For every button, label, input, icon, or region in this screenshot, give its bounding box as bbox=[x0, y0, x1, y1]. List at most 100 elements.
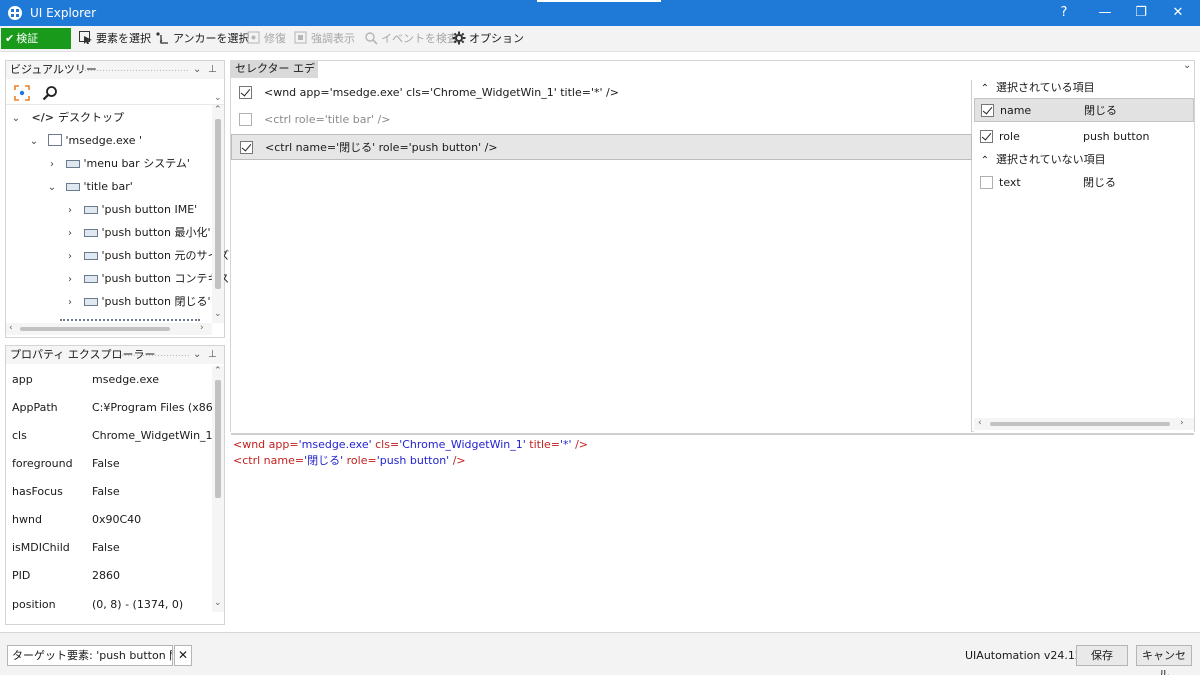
chevron-down-icon[interactable]: ⌄ bbox=[193, 346, 201, 364]
options-button[interactable]: オプション bbox=[452, 31, 524, 47]
highlight-button[interactable]: 強調表示 bbox=[294, 31, 355, 47]
chevron-right-icon[interactable]: › bbox=[64, 224, 76, 244]
minimize-button[interactable]: — bbox=[1087, 0, 1123, 26]
scroll-down-icon[interactable]: ⌄ bbox=[214, 598, 222, 608]
locate-element-icon[interactable] bbox=[14, 85, 30, 101]
help-button[interactable]: ? bbox=[1046, 0, 1082, 26]
chevron-right-icon[interactable]: › bbox=[64, 247, 76, 267]
scrollbar-thumb[interactable] bbox=[990, 422, 1170, 426]
property-value: Chrome_WidgetWin_1 bbox=[92, 429, 213, 442]
element-icon bbox=[65, 160, 80, 168]
attribute-value: 閉じる bbox=[1083, 176, 1116, 189]
property-row: cls Chrome_WidgetWin_1 bbox=[12, 426, 213, 446]
attribute-row[interactable]: name 閉じる bbox=[974, 98, 1194, 122]
attribute-name: name bbox=[1000, 104, 1032, 117]
tree-node-desktop[interactable]: ⌄ </> デスクトップ bbox=[10, 108, 124, 128]
tab-selector-editor[interactable]: セレクター エディター bbox=[230, 60, 318, 93]
chevron-right-icon[interactable]: › bbox=[64, 201, 76, 221]
scrollbar-thumb[interactable] bbox=[20, 327, 170, 331]
header-grip bbox=[118, 354, 190, 357]
selector-line[interactable]: <wnd app='msedge.exe' cls='Chrome_Widget… bbox=[231, 80, 972, 106]
tree-node-title-bar[interactable]: ⌄ 'title bar' bbox=[46, 177, 133, 197]
tree-node-label: 'push button 閉じる' bbox=[101, 295, 211, 308]
property-key: PID bbox=[12, 569, 31, 582]
tree-node-ime[interactable]: › 'push button IME' bbox=[64, 200, 197, 220]
attribute-value: 閉じる bbox=[1084, 104, 1117, 117]
chevron-down-icon[interactable]: ⌄ bbox=[46, 178, 58, 198]
selector-preview[interactable]: <wnd app='msedge.exe' cls='Chrome_Widget… bbox=[231, 433, 1194, 625]
preview-attr: cls= bbox=[375, 438, 400, 451]
select-anchor-label: アンカーを選択 bbox=[173, 32, 250, 45]
tree-node-label: 'push button コンテキス bbox=[101, 272, 230, 285]
close-window-button[interactable]: ✕ bbox=[1160, 0, 1196, 26]
inspect-event-button[interactable]: イベントを検査 bbox=[364, 31, 458, 47]
select-element-button[interactable]: 要素を選択 bbox=[79, 31, 151, 47]
attribute-checkbox[interactable] bbox=[980, 130, 993, 143]
chevron-right-icon[interactable]: › bbox=[64, 270, 76, 290]
attribute-horizontal-scrollbar[interactable]: ‹ › bbox=[974, 418, 1194, 430]
property-row: isMDIChild False bbox=[12, 538, 120, 558]
properties-vertical-scrollbar[interactable]: ⌃ ⌄ bbox=[212, 366, 224, 612]
tree-node-minimize[interactable]: › 'push button 最小化' bbox=[64, 223, 210, 243]
preview-tag: <wnd bbox=[233, 438, 266, 451]
options-label: オプション bbox=[469, 32, 524, 45]
version-label: UIAutomation v24.12.1 bbox=[965, 649, 1093, 662]
scroll-right-icon[interactable]: › bbox=[200, 323, 204, 333]
selector-line-text: <wnd app='msedge.exe' cls='Chrome_Widget… bbox=[264, 86, 619, 99]
property-value: C:¥Program Files (x86)¥M bbox=[92, 401, 225, 414]
restore-button[interactable]: ❐ bbox=[1123, 0, 1159, 26]
scroll-left-icon[interactable]: ‹ bbox=[9, 323, 13, 333]
tree-horizontal-scrollbar[interactable]: ‹ › bbox=[6, 323, 212, 335]
tree-node-msedge[interactable]: ⌄ 'msedge.exe ' bbox=[28, 131, 142, 151]
chevron-right-icon[interactable]: › bbox=[46, 155, 58, 175]
repair-button[interactable]: 修復 bbox=[247, 31, 286, 47]
selected-items-header[interactable]: ⌃ 選択されている項目 bbox=[974, 78, 1095, 98]
tree-node-selected-highlight: 'push button 閉じる' bbox=[80, 292, 215, 312]
tree-vertical-scrollbar[interactable]: ⌃ ⌄ bbox=[212, 105, 224, 323]
chevron-down-icon[interactable]: ⌄ bbox=[28, 132, 40, 152]
line-checkbox[interactable] bbox=[240, 141, 253, 154]
validate-button[interactable]: ✔ 検証 bbox=[1, 28, 71, 49]
scrollbar-thumb[interactable] bbox=[215, 119, 221, 289]
save-button[interactable]: 保存 bbox=[1076, 645, 1128, 666]
scroll-down-icon[interactable]: ⌄ bbox=[214, 309, 222, 319]
preview-value: 'Chrome_WidgetWin_1' bbox=[399, 438, 526, 451]
tree-node-label: 'push button IME' bbox=[101, 203, 198, 216]
target-element-field[interactable]: ターゲット要素: 'push button 閉じる' bbox=[7, 645, 173, 666]
chevron-down-icon[interactable]: ⌄ bbox=[1183, 60, 1191, 71]
chevron-up-icon[interactable]: ⌃ bbox=[974, 151, 996, 171]
element-icon bbox=[83, 298, 98, 306]
cancel-button[interactable]: キャンセル bbox=[1136, 645, 1192, 675]
inspect-event-label: イベントを検査 bbox=[381, 32, 458, 45]
pin-icon[interactable]: ⊥ bbox=[208, 61, 217, 79]
search-icon[interactable] bbox=[42, 85, 58, 101]
chevron-down-icon[interactable]: ⌄ bbox=[10, 109, 22, 129]
tree-node-label: 'title bar' bbox=[83, 180, 133, 193]
tree-node-context[interactable]: › 'push button コンテキス bbox=[64, 269, 229, 289]
attribute-checkbox[interactable] bbox=[981, 104, 994, 117]
tree-node-menu-bar[interactable]: › 'menu bar システム' bbox=[46, 154, 190, 174]
pin-icon[interactable]: ⊥ bbox=[208, 346, 217, 364]
preview-line: <ctrl name='閉じる' role='push button' /> bbox=[233, 453, 1192, 469]
line-checkbox[interactable] bbox=[239, 86, 252, 99]
attribute-checkbox[interactable] bbox=[980, 176, 993, 189]
unselected-items-header[interactable]: ⌃ 選択されていない項目 bbox=[974, 150, 1106, 170]
attribute-row[interactable]: role push button bbox=[974, 125, 1194, 149]
chevron-right-icon[interactable]: › bbox=[64, 293, 76, 313]
line-checkbox[interactable] bbox=[239, 113, 252, 126]
tree-node-close[interactable]: › 'push button 閉じる' bbox=[64, 292, 214, 312]
scroll-left-icon[interactable]: ‹ bbox=[978, 418, 982, 428]
scroll-up-icon[interactable]: ⌃ bbox=[214, 366, 222, 376]
select-anchor-button[interactable]: アンカーを選択 bbox=[156, 31, 250, 47]
scroll-up-icon[interactable]: ⌃ bbox=[214, 105, 222, 115]
chevron-down-icon[interactable]: ⌄ bbox=[193, 61, 201, 79]
selector-line-selected[interactable]: <ctrl name='閉じる' role='push button' /> bbox=[231, 134, 972, 160]
scrollbar-thumb[interactable] bbox=[215, 380, 221, 498]
element-icon bbox=[65, 183, 80, 191]
scroll-right-icon[interactable]: › bbox=[1180, 418, 1184, 428]
clear-target-button[interactable]: ✕ bbox=[174, 645, 192, 666]
selector-line[interactable]: <ctrl role='title bar' /> bbox=[231, 107, 972, 133]
attribute-row[interactable]: text 閉じる bbox=[974, 171, 1194, 195]
chevron-up-icon[interactable]: ⌃ bbox=[974, 79, 996, 99]
tree-node-restore[interactable]: › 'push button 元のサイズ bbox=[64, 246, 229, 266]
